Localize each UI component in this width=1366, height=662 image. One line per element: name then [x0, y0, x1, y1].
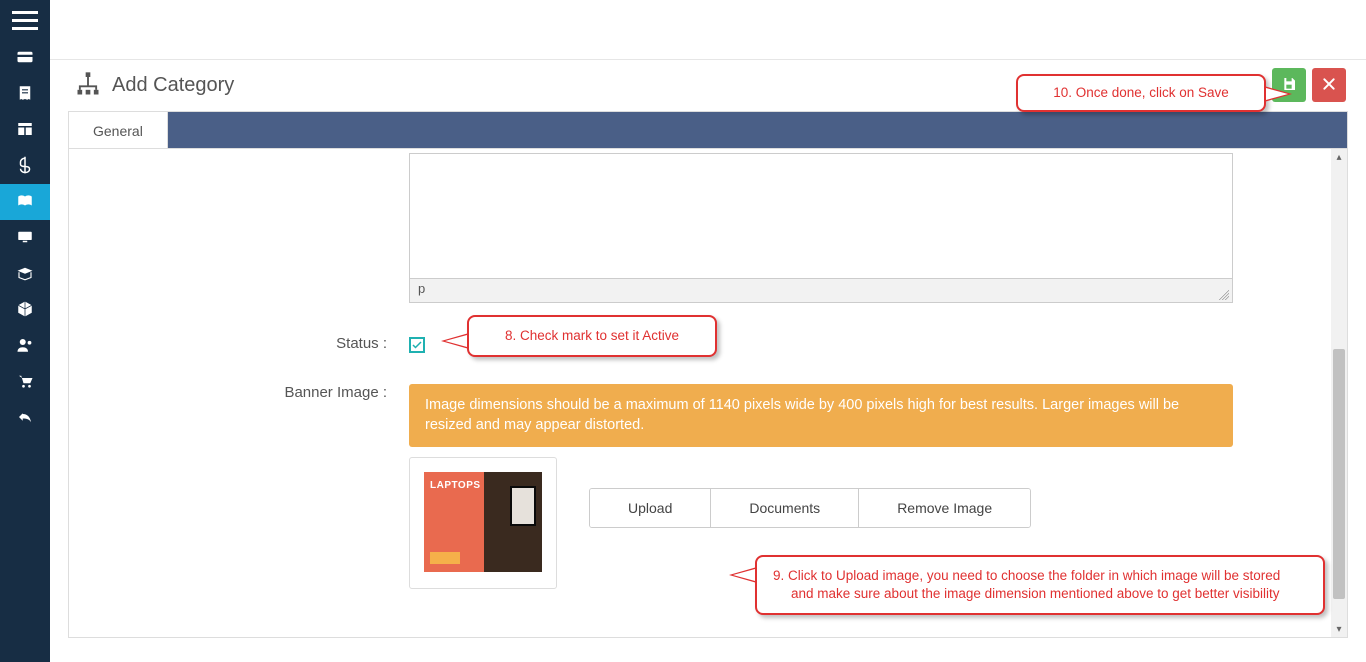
documents-button[interactable]: Documents	[711, 489, 859, 527]
sitemap-icon	[74, 70, 102, 101]
check-icon	[411, 339, 423, 351]
close-button[interactable]	[1312, 68, 1346, 102]
sidebar-item-undo[interactable]	[0, 400, 50, 436]
sidebar-item-users[interactable]	[0, 328, 50, 364]
display-icon	[16, 228, 34, 249]
scroll-up-icon[interactable]: ▴	[1331, 149, 1347, 165]
callout-upload: 9. Click to Upload image, you need to ch…	[755, 555, 1325, 615]
box-open-icon	[16, 264, 34, 285]
sidebar-item-box-open[interactable]	[0, 256, 50, 292]
scroll-down-icon[interactable]: ▾	[1331, 621, 1347, 637]
upload-button[interactable]: Upload	[590, 489, 711, 527]
editor-path-value: p	[418, 281, 425, 296]
banner-row: Banner Image : Image dimensions should b…	[89, 384, 1311, 447]
users-icon	[16, 336, 34, 357]
layout-icon	[16, 120, 34, 141]
status-checkbox[interactable]	[409, 337, 425, 353]
receipt-icon	[16, 84, 34, 105]
callout-status: 8. Check mark to set it Active	[467, 315, 717, 357]
resize-handle-icon[interactable]	[1219, 290, 1229, 300]
cube-icon	[16, 300, 34, 321]
editor-path-bar: p	[410, 278, 1232, 302]
thumbnail-caption: LAPTOPS	[430, 480, 481, 491]
scrollbar[interactable]: ▴ ▾	[1331, 149, 1347, 637]
menu-toggle[interactable]	[0, 0, 50, 40]
banner-thumbnail-image: LAPTOPS	[424, 472, 542, 572]
sidebar-item-card[interactable]	[0, 40, 50, 76]
sidebar-item-layout[interactable]	[0, 112, 50, 148]
sidebar	[0, 0, 50, 662]
documents-label: Documents	[749, 500, 820, 516]
catalog-icon	[16, 192, 34, 213]
remove-image-label: Remove Image	[897, 500, 992, 516]
sidebar-item-catalog[interactable]	[0, 184, 50, 220]
tab-general[interactable]: General	[69, 112, 168, 149]
rich-text-editor[interactable]: p	[409, 153, 1233, 303]
card-icon	[16, 48, 34, 69]
top-strip	[50, 0, 1366, 60]
callout-text: 10. Once done, click on Save	[1053, 85, 1229, 100]
sidebar-item-display[interactable]	[0, 220, 50, 256]
cart-icon	[16, 372, 34, 393]
callout-text: 9. Click to Upload image, you need to ch…	[773, 568, 1280, 601]
tab-bar: General	[68, 111, 1348, 148]
callout-save: 10. Once done, click on Save	[1016, 74, 1266, 112]
banner-label: Banner Image :	[89, 384, 409, 401]
money-icon	[16, 156, 34, 177]
page-title: Add Category	[112, 74, 234, 97]
sidebar-item-cart[interactable]	[0, 364, 50, 400]
scroll-thumb[interactable]	[1333, 349, 1345, 599]
banner-alert: Image dimensions should be a maximum of …	[409, 384, 1233, 447]
close-icon	[1321, 76, 1337, 95]
undo-icon	[16, 408, 34, 429]
sidebar-item-cube[interactable]	[0, 292, 50, 328]
sidebar-item-receipt[interactable]	[0, 76, 50, 112]
callout-text: 8. Check mark to set it Active	[505, 328, 679, 343]
status-label: Status :	[89, 335, 409, 352]
image-button-group: Upload Documents Remove Image	[589, 488, 1031, 528]
editor-body[interactable]	[410, 154, 1232, 278]
tab-label: General	[93, 123, 143, 139]
sidebar-item-money[interactable]	[0, 148, 50, 184]
banner-thumbnail[interactable]: LAPTOPS	[409, 457, 557, 589]
remove-image-button[interactable]: Remove Image	[859, 489, 1030, 527]
upload-label: Upload	[628, 500, 672, 516]
